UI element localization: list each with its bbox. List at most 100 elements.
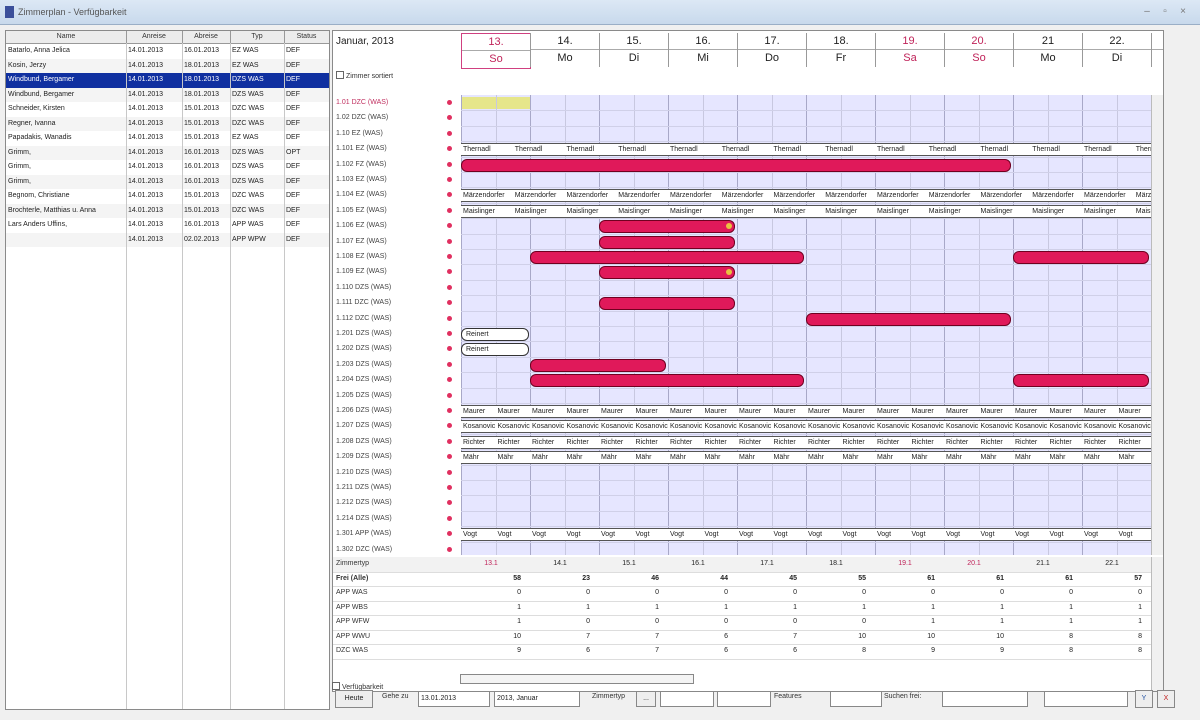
booking-strip[interactable]: Maurer Maurer Maurer Maurer Maurer Maurer Maur… bbox=[461, 405, 1151, 418]
booking-bar[interactable] bbox=[530, 251, 804, 264]
search-extra-select[interactable] bbox=[1044, 691, 1128, 707]
room-label[interactable]: 1.107 EZ (WAS) bbox=[336, 234, 446, 249]
room-label[interactable]: 1.105 EZ (WAS) bbox=[336, 203, 446, 218]
column-header-2[interactable]: Abreise bbox=[182, 31, 231, 43]
booking-strip[interactable]: Mähr Mähr Mähr Mähr Mähr Mähr Mähr Mähr Mähr Mähr… bbox=[461, 451, 1151, 465]
booking-strip[interactable]: Richter Richter Richter Richter Richter Richt… bbox=[461, 435, 1151, 449]
booking-strip[interactable]: Thernadl Thernadl Thernadl Thernadl Thernadl… bbox=[461, 143, 1151, 157]
booking-strip[interactable]: Kosanovic Kosanovic Kosanovic Kosanovic Kosa… bbox=[461, 420, 1151, 434]
room-label[interactable]: 1.204 DZS (WAS) bbox=[336, 372, 446, 387]
room-label[interactable]: 1.101 EZ (WAS) bbox=[336, 141, 446, 156]
room-category-select[interactable] bbox=[717, 691, 771, 707]
guest-row[interactable]: Kosin, Jerzy 14.01.2013 18.01.2013 EZ WAS DE… bbox=[6, 58, 329, 73]
room-label[interactable]: 1.102 FZ (WAS) bbox=[336, 157, 446, 172]
today-button[interactable]: Heute bbox=[335, 690, 373, 708]
booking-bar-reinert[interactable]: Reinert bbox=[461, 328, 529, 341]
room-label[interactable]: 1.214 DZS (WAS) bbox=[336, 511, 446, 526]
room-label[interactable]: 1.212 DZS (WAS) bbox=[336, 495, 446, 510]
room-label[interactable]: 1.01 DZC (WAS) bbox=[336, 95, 446, 110]
day-header[interactable]: 14. Mo bbox=[530, 33, 599, 67]
guest-row[interactable]: Windbund, Bergamer 14.01.2013 18.01.2013 DZ… bbox=[6, 87, 329, 102]
room-label[interactable]: 1.210 DZS (WAS) bbox=[336, 465, 446, 480]
day-header[interactable]: 16. Mi bbox=[668, 33, 737, 67]
booking-strip[interactable]: Märzendorfer Märzendorfer Märzendorfer März… bbox=[461, 189, 1151, 203]
goto-date-input[interactable]: 13.01.2013 bbox=[418, 691, 490, 707]
room-label[interactable]: 1.104 EZ (WAS) bbox=[336, 187, 446, 202]
month-select[interactable]: 2013, Januar bbox=[494, 691, 580, 707]
features-select[interactable] bbox=[830, 691, 882, 707]
booking-bar[interactable] bbox=[1013, 374, 1149, 388]
horizontal-scrollbar[interactable] bbox=[460, 674, 694, 684]
room-label[interactable]: 1.110 DZS (WAS) bbox=[336, 280, 446, 295]
day-header[interactable]: 18. Fr bbox=[806, 33, 875, 67]
room-type-select[interactable] bbox=[660, 691, 714, 707]
sort-rooms-checkbox[interactable]: Zimmer sortiert bbox=[336, 71, 393, 80]
filter-button[interactable]: Y bbox=[1135, 690, 1153, 708]
guest-row[interactable]: Grimm, 14.01.2013 16.01.2013 DZS WAS DEF bbox=[6, 174, 329, 189]
guest-row[interactable]: Grimm, 14.01.2013 16.01.2013 DZS WAS OPT bbox=[6, 145, 329, 160]
room-type-picker-button[interactable]: ... bbox=[636, 691, 656, 707]
guest-row[interactable]: 14.01.2013 02.02.2013 APP WPW DEF bbox=[6, 232, 329, 247]
booking-bar[interactable] bbox=[599, 266, 735, 280]
room-label[interactable]: 1.301 APP (WAS) bbox=[336, 526, 446, 541]
guest-row[interactable]: Lars Anders Uffins, 14.01.2013 16.01.2013 A… bbox=[6, 218, 329, 233]
room-label[interactable]: 1.10 EZ (WAS) bbox=[336, 126, 446, 141]
booking-bar[interactable] bbox=[530, 374, 804, 388]
guest-row[interactable]: Papadakis, Wanadis 14.01.2013 15.01.2013 EZ… bbox=[6, 131, 329, 146]
guest-row[interactable]: Grimm, 14.01.2013 16.01.2013 DZS WAS DEF bbox=[6, 160, 329, 175]
column-header-1[interactable]: Anreise bbox=[126, 31, 183, 43]
booking-bar[interactable] bbox=[806, 312, 1011, 326]
column-header-0[interactable]: Name bbox=[6, 31, 127, 43]
booking-bar-reinert[interactable]: Reinert bbox=[461, 343, 529, 357]
room-label[interactable]: 1.02 DZC (WAS) bbox=[336, 110, 446, 125]
room-label[interactable]: 1.109 EZ (WAS) bbox=[336, 264, 446, 279]
room-label[interactable]: 1.108 EZ (WAS) bbox=[336, 249, 446, 264]
day-header[interactable]: 20. So bbox=[944, 33, 1013, 67]
room-label[interactable]: 1.202 DZS (WAS) bbox=[336, 341, 446, 356]
guest-row[interactable]: Windbund, Bergamer 14.01.2013 18.01.2013 DZ… bbox=[6, 73, 329, 88]
room-label[interactable]: 1.203 DZS (WAS) bbox=[336, 357, 446, 372]
day-header[interactable]: 13. So bbox=[461, 33, 531, 69]
room-label[interactable]: 1.201 DZS (WAS) bbox=[336, 326, 446, 341]
clear-filter-button[interactable]: X bbox=[1157, 690, 1175, 708]
guest-row[interactable]: Schneider, Kirsten 14.01.2013 15.01.2013 DZ… bbox=[6, 102, 329, 117]
day-header[interactable]: 15. Di bbox=[599, 33, 668, 67]
room-label[interactable]: 1.207 DZS (WAS) bbox=[336, 418, 446, 433]
booking-bar[interactable] bbox=[599, 297, 735, 311]
day-header[interactable]: 23.Mi bbox=[1151, 33, 1163, 67]
column-header-4[interactable]: Status bbox=[284, 31, 329, 43]
column-header-3[interactable]: Typ bbox=[230, 31, 285, 43]
booking-bar[interactable] bbox=[461, 158, 1011, 172]
stats-scrollbar[interactable] bbox=[1151, 557, 1163, 691]
booking-bar[interactable] bbox=[1013, 251, 1149, 264]
room-label[interactable]: 1.206 DZS (WAS) bbox=[336, 403, 446, 418]
guest-row[interactable]: Begnom, Christiane 14.01.2013 15.01.2013 DZ… bbox=[6, 189, 329, 204]
day-header[interactable]: 19. Sa bbox=[875, 33, 944, 67]
room-label[interactable]: 1.103 EZ (WAS) bbox=[336, 172, 446, 187]
room-label[interactable]: 1.209 DZS (WAS) bbox=[336, 449, 446, 464]
room-label[interactable]: 1.111 DZC (WAS) bbox=[336, 295, 446, 310]
guest-row[interactable]: Batarlo, Anna Jelica 14.01.2013 16.01.2013… bbox=[6, 44, 329, 59]
guest-row[interactable]: Brochterle, Matthias u. Anna 14.01.2013 15… bbox=[6, 203, 329, 218]
day-header[interactable]: 17. Do bbox=[737, 33, 806, 67]
booking-grid[interactable]: Thernadl Thernadl Thernadl Thernadl Thernadl… bbox=[461, 95, 1151, 555]
booking-strip[interactable]: Vogt Vogt Vogt Vogt Vogt Vogt Vogt Vogt Vogt Vogt… bbox=[461, 528, 1151, 542]
room-label[interactable]: 1.208 DZS (WAS) bbox=[336, 434, 446, 449]
guest-row[interactable]: Regner, Ivanna 14.01.2013 15.01.2013 DZC WA… bbox=[6, 116, 329, 131]
room-label[interactable]: 1.211 DZS (WAS) bbox=[336, 480, 446, 495]
day-header[interactable]: 21 Mo bbox=[1013, 33, 1082, 67]
booking-strip[interactable]: Maislinger Maislinger Maislinger Maislinger… bbox=[461, 204, 1151, 218]
room-label[interactable]: 1.106 EZ (WAS) bbox=[336, 218, 446, 233]
booking-bar[interactable] bbox=[599, 235, 735, 249]
minimize-icon[interactable]: – bbox=[1140, 5, 1154, 18]
search-free-select[interactable] bbox=[942, 691, 1028, 707]
close-icon[interactable]: × bbox=[1176, 5, 1190, 18]
day-header[interactable]: 22. Di bbox=[1082, 33, 1151, 67]
maximize-icon[interactable]: ▫ bbox=[1158, 5, 1172, 18]
room-label[interactable]: 1.205 DZS (WAS) bbox=[336, 388, 446, 403]
vertical-scrollbar[interactable] bbox=[1151, 95, 1163, 555]
booking-bar[interactable] bbox=[599, 220, 735, 234]
booking-bar[interactable] bbox=[530, 358, 666, 372]
room-label[interactable]: 1.302 DZC (WAS) bbox=[336, 542, 446, 557]
room-label[interactable]: 1.112 DZC (WAS) bbox=[336, 311, 446, 326]
